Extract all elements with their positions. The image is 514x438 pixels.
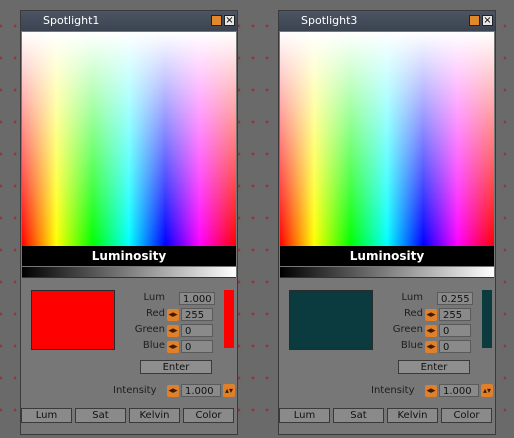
mode-tabs: Lum Sat Kelvin Color: [279, 408, 495, 424]
blue-input[interactable]: 0: [181, 340, 213, 353]
minimize-icon[interactable]: [211, 15, 222, 26]
tab-kelvin[interactable]: Kelvin: [387, 408, 438, 423]
left-right-arrow-icon[interactable]: ◂▸: [425, 341, 437, 353]
tab-lum[interactable]: Lum: [279, 408, 330, 423]
color-picker-spectrum[interactable]: [22, 32, 236, 246]
tab-sat[interactable]: Sat: [75, 408, 126, 423]
luminosity-label: Luminosity: [22, 246, 236, 266]
minimize-icon[interactable]: [469, 15, 480, 26]
panel-title: Spotlight1: [43, 14, 100, 27]
red-input[interactable]: 255: [439, 308, 471, 321]
red-label: Red: [146, 308, 165, 319]
close-icon[interactable]: ×: [224, 15, 235, 26]
spotlight1-panel: Spotlight1 × Luminosity Lum 1.000 Red ◂▸…: [20, 10, 238, 435]
panel-title: Spotlight3: [301, 14, 358, 27]
luminosity-slider[interactable]: [280, 267, 494, 278]
panel-titlebar[interactable]: Spotlight3 ×: [279, 11, 495, 31]
left-right-arrow-icon[interactable]: ◂▸: [167, 385, 179, 397]
left-right-arrow-icon[interactable]: ◂▸: [167, 325, 179, 337]
lum-label: Lum: [143, 292, 165, 303]
left-right-arrow-icon[interactable]: ◂▸: [167, 341, 179, 353]
tab-sat[interactable]: Sat: [333, 408, 384, 423]
left-right-arrow-icon[interactable]: ◂▸: [167, 309, 179, 321]
intensity-label: Intensity: [113, 385, 157, 396]
red-label: Red: [404, 308, 423, 319]
intensity-label: Intensity: [371, 385, 415, 396]
left-right-arrow-icon[interactable]: ◂▸: [425, 309, 437, 321]
lum-input[interactable]: 0.255: [437, 292, 473, 305]
spotlight3-panel: Spotlight3 × Luminosity Lum 0.255 Red ◂▸…: [278, 10, 496, 435]
luminosity-label: Luminosity: [280, 246, 494, 266]
enter-button[interactable]: Enter: [398, 360, 470, 374]
luminosity-slider[interactable]: [22, 267, 236, 278]
green-label: Green: [134, 324, 165, 335]
enter-button[interactable]: Enter: [140, 360, 212, 374]
lum-input[interactable]: 1.000: [179, 292, 215, 305]
color-swatch-secondary: [224, 290, 234, 348]
green-label: Green: [392, 324, 423, 335]
color-swatch: [31, 290, 115, 350]
up-down-spinner-icon[interactable]: ▴▾: [223, 384, 235, 397]
tab-color[interactable]: Color: [183, 408, 234, 423]
intensity-input[interactable]: 1.000: [439, 384, 479, 397]
left-right-arrow-icon[interactable]: ◂▸: [425, 325, 437, 337]
color-swatch: [289, 290, 373, 350]
left-right-arrow-icon[interactable]: ◂▸: [425, 385, 437, 397]
blue-label: Blue: [142, 340, 165, 351]
red-input[interactable]: 255: [181, 308, 213, 321]
tab-color[interactable]: Color: [441, 408, 492, 423]
green-input[interactable]: 0: [439, 324, 471, 337]
close-icon[interactable]: ×: [482, 15, 493, 26]
lum-label: Lum: [401, 292, 423, 303]
intensity-input[interactable]: 1.000: [181, 384, 221, 397]
green-input[interactable]: 0: [181, 324, 213, 337]
mode-tabs: Lum Sat Kelvin Color: [21, 408, 237, 424]
up-down-spinner-icon[interactable]: ▴▾: [481, 384, 493, 397]
panel-titlebar[interactable]: Spotlight1 ×: [21, 11, 237, 31]
blue-input[interactable]: 0: [439, 340, 471, 353]
tab-kelvin[interactable]: Kelvin: [129, 408, 180, 423]
blue-label: Blue: [400, 340, 423, 351]
tab-lum[interactable]: Lum: [21, 408, 72, 423]
color-swatch-secondary: [482, 290, 492, 348]
color-picker-spectrum[interactable]: [280, 32, 494, 246]
